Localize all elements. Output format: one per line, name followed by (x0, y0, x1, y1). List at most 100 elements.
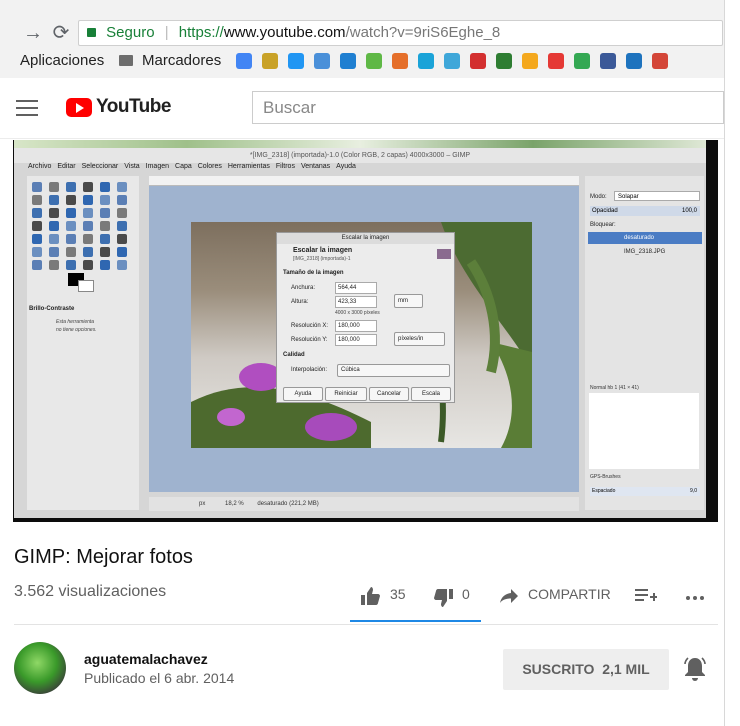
bookmark-site-icon[interactable] (314, 53, 330, 69)
like-count[interactable]: 35 (390, 586, 406, 602)
gimp-tool-icon[interactable] (83, 208, 93, 218)
help-button[interactable]: Ayuda (283, 387, 323, 401)
gimp-tool-icon[interactable] (49, 221, 59, 231)
gimp-tool-icon[interactable] (66, 221, 76, 231)
bookmark-site-icon[interactable] (418, 53, 434, 69)
gimp-tool-icon[interactable] (100, 260, 110, 270)
gimp-tool-icon[interactable] (49, 260, 59, 270)
res-unit-select[interactable]: píxeles/in (394, 332, 445, 346)
gimp-tool-icon[interactable] (49, 182, 59, 192)
brush-grid[interactable] (589, 393, 699, 469)
bookmark-site-icon[interactable] (548, 53, 564, 69)
notification-bell-icon[interactable] (683, 656, 707, 682)
forward-icon[interactable]: → (22, 22, 44, 44)
gimp-tool-icon[interactable] (66, 234, 76, 244)
gimp-tool-icon[interactable] (117, 182, 127, 192)
mode-select[interactable]: Solapar (614, 191, 700, 201)
yres-field[interactable]: 180,000 (335, 334, 377, 346)
bookmark-site-icon[interactable] (262, 53, 278, 69)
channel-avatar[interactable] (14, 642, 66, 694)
share-icon[interactable] (500, 589, 518, 603)
gimp-tool-icon[interactable] (32, 208, 42, 218)
gimp-tool-icon[interactable] (100, 195, 110, 205)
like-icon[interactable] (360, 586, 382, 606)
gimp-tool-icon[interactable] (32, 221, 42, 231)
unit-select[interactable]: mm (394, 294, 423, 308)
bookmark-site-icon[interactable] (574, 53, 590, 69)
gimp-tool-icon[interactable] (66, 208, 76, 218)
gimp-tool-icon[interactable] (66, 247, 76, 257)
bookmark-folder[interactable]: Marcadores (142, 52, 221, 69)
bookmark-apps[interactable]: Aplicaciones (20, 52, 104, 69)
menu-icon[interactable] (16, 100, 38, 116)
gimp-tool-icon[interactable] (100, 247, 110, 257)
opacity-slider[interactable]: Opacidad 100,0 (590, 206, 700, 216)
bookmark-site-icon[interactable] (340, 53, 356, 69)
gimp-tool-icon[interactable] (100, 182, 110, 192)
width-field[interactable]: 564,44 (335, 282, 377, 294)
reset-button[interactable]: Reiniciar (325, 387, 367, 401)
gimp-tool-icon[interactable] (49, 247, 59, 257)
reload-icon[interactable]: ⟳ (50, 22, 72, 44)
tool-options-note: Esta herramienta no tiene opciones. (56, 318, 97, 334)
interpolation-label: Interpolación: (291, 367, 328, 373)
gimp-tool-icon[interactable] (100, 208, 110, 218)
gimp-tool-icon[interactable] (32, 182, 42, 192)
gimp-tool-icon[interactable] (100, 234, 110, 244)
spacing-slider[interactable]: Espaciado 9,0 (590, 487, 700, 496)
gimp-tool-icon[interactable] (83, 221, 93, 231)
interpolation-select[interactable]: Cúbica (337, 364, 450, 377)
layer-row[interactable]: IMG_2318.JPG (588, 246, 702, 258)
gimp-tool-icon[interactable] (32, 247, 42, 257)
height-field[interactable]: 423,33 (335, 296, 377, 308)
xres-field[interactable]: 180,000 (335, 320, 377, 332)
layer-row[interactable]: desaturado (588, 232, 702, 244)
search-input[interactable]: Buscar (252, 91, 724, 124)
bookmark-site-icon[interactable] (444, 53, 460, 69)
add-to-playlist-icon[interactable] (635, 588, 657, 604)
share-button[interactable]: COMPARTIR (528, 586, 611, 602)
gimp-tool-icon[interactable] (117, 221, 127, 231)
gimp-tool-icon[interactable] (32, 260, 42, 270)
height-label: Altura: (291, 299, 309, 305)
gimp-tool-icon[interactable] (117, 260, 127, 270)
gimp-tool-icon[interactable] (49, 208, 59, 218)
bookmark-site-icon[interactable] (366, 53, 382, 69)
bookmark-site-icon[interactable] (496, 53, 512, 69)
channel-name[interactable]: aguatemalachavez (84, 651, 208, 667)
bookmark-site-icon[interactable] (392, 53, 408, 69)
scale-button[interactable]: Escala (411, 387, 451, 401)
bookmark-site-icon[interactable] (600, 53, 616, 69)
gimp-tool-icon[interactable] (32, 195, 42, 205)
gimp-tool-icon[interactable] (83, 234, 93, 244)
gimp-tool-icon[interactable] (117, 247, 127, 257)
gimp-tool-icon[interactable] (66, 260, 76, 270)
bookmark-site-icon[interactable] (236, 53, 252, 69)
gimp-tool-icon[interactable] (32, 234, 42, 244)
cancel-button[interactable]: Cancelar (369, 387, 409, 401)
gimp-tool-icon[interactable] (83, 260, 93, 270)
bookmark-site-icon[interactable] (522, 53, 538, 69)
youtube-wordmark[interactable]: YouTube (96, 96, 171, 118)
gimp-tool-icon[interactable] (49, 195, 59, 205)
bookmark-site-icon[interactable] (652, 53, 668, 69)
gimp-tool-icon[interactable] (100, 221, 110, 231)
bookmark-site-icon[interactable] (288, 53, 304, 69)
gimp-tool-icon[interactable] (49, 234, 59, 244)
gimp-tool-icon[interactable] (66, 195, 76, 205)
status-text: desaturado (221,2 MB) (257, 501, 319, 507)
dislike-icon[interactable] (432, 588, 454, 608)
gimp-tool-icon[interactable] (83, 182, 93, 192)
subscribe-button[interactable]: SUSCRITO 2,1 MIL (503, 649, 669, 690)
bookmark-site-icon[interactable] (626, 53, 642, 69)
dislike-count[interactable]: 0 (462, 586, 470, 602)
address-bar[interactable]: Seguro | https://www.youtube.com/watch?v… (78, 20, 723, 46)
gimp-tool-icon[interactable] (66, 182, 76, 192)
gimp-tool-icon[interactable] (117, 234, 127, 244)
gimp-tool-icon[interactable] (83, 247, 93, 257)
gimp-tool-icon[interactable] (83, 195, 93, 205)
youtube-logo-icon[interactable] (66, 98, 92, 117)
bookmark-site-icon[interactable] (470, 53, 486, 69)
gimp-tool-icon[interactable] (117, 208, 127, 218)
gimp-tool-icon[interactable] (117, 195, 127, 205)
